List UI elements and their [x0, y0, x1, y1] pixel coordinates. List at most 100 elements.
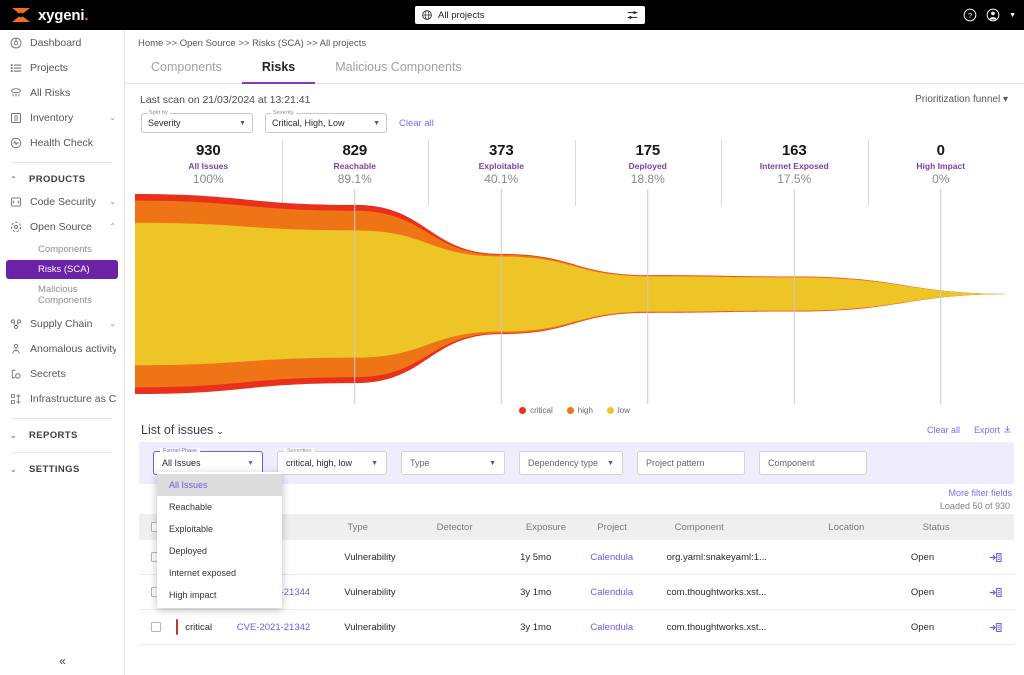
- globe-icon: [422, 10, 432, 20]
- component-input[interactable]: Component: [759, 451, 867, 475]
- sidebar-item-label: Health Check: [30, 137, 116, 149]
- open-detail-icon[interactable]: [989, 552, 1002, 563]
- sidebar-group-label: PRODUCTS: [29, 174, 86, 185]
- dropdown-option[interactable]: Exploitable: [157, 518, 282, 540]
- chevron-down-icon[interactable]: ⌄: [109, 197, 116, 206]
- sidebar-item-open-source[interactable]: Open Source ⌃: [0, 214, 124, 239]
- funnel-stage-reachable[interactable]: 829 Reachable 89.1%: [282, 142, 429, 186]
- account-chevron-down-icon[interactable]: ▼: [1009, 12, 1016, 19]
- sidebar-item-secrets[interactable]: Secrets: [0, 361, 124, 386]
- chevron-down-icon[interactable]: ⌄: [109, 319, 116, 328]
- sidebar-item-supply-chain[interactable]: Supply Chain ⌄: [0, 311, 124, 336]
- dropdown-option[interactable]: Internet exposed: [157, 562, 282, 584]
- funnel-stage-internet-exposed[interactable]: 163 Internet Exposed 17.5%: [721, 142, 868, 186]
- tab-risks[interactable]: Risks: [242, 54, 315, 84]
- row-actions: [989, 552, 1014, 563]
- open-source-icon: [10, 221, 22, 233]
- sidebar-subitem-risks-sca[interactable]: Risks (SCA): [6, 260, 118, 279]
- sidebar-group-label: REPORTS: [29, 430, 78, 441]
- funnel-clear-all-link[interactable]: Clear all: [399, 118, 434, 129]
- sidebar-item-label: All Risks: [30, 87, 116, 99]
- help-circle-icon[interactable]: ?: [963, 8, 977, 22]
- svg-text:?: ?: [968, 11, 972, 20]
- project-pattern-input[interactable]: Project pattern: [637, 451, 745, 475]
- project-pattern-placeholder: Project pattern: [646, 458, 705, 468]
- funnel-phase-legend: Funnel Phase: [160, 448, 200, 454]
- sidebar-item-projects[interactable]: Projects: [0, 55, 124, 80]
- severities-filter[interactable]: Severities critical, high, low ▼: [277, 451, 387, 475]
- chevron-up-icon: ⌃: [10, 175, 20, 184]
- dropdown-option[interactable]: High impact: [157, 584, 282, 606]
- open-detail-icon[interactable]: [989, 587, 1002, 598]
- brand-logo[interactable]: xygeni.: [0, 7, 135, 24]
- anomalous-activity-icon: [10, 343, 22, 355]
- funnel-stage-all-issues[interactable]: 930 All Issues 100%: [135, 142, 282, 186]
- row-component: com.thoughtworks.xst...: [667, 587, 818, 598]
- cve-link[interactable]: CVE-2021-21342: [237, 622, 310, 633]
- legend-swatch: [567, 407, 574, 414]
- table-row[interactable]: critical CVE-2021-21342 Vulnerability 3y…: [139, 610, 1014, 645]
- sidebar-item-inventory[interactable]: Inventory ⌄: [0, 105, 124, 130]
- sidebar-group-reports[interactable]: ⌄ REPORTS: [0, 425, 124, 445]
- funnel-phase-dropdown-menu[interactable]: All IssuesReachableExploitableDeployedIn…: [157, 472, 282, 608]
- chevron-down-icon[interactable]: ⌄: [109, 113, 116, 122]
- sidebar-item-all-risks[interactable]: All Risks: [0, 80, 124, 105]
- project-selector[interactable]: All projects: [415, 6, 645, 24]
- supply-chain-icon: [10, 318, 22, 330]
- inventory-icon: [10, 112, 22, 124]
- funnel-stage-deployed[interactable]: 175 Deployed 18.8%: [575, 142, 722, 186]
- funnel-phase-value: All Issues: [162, 458, 247, 468]
- project-link[interactable]: Calendula: [590, 552, 633, 563]
- project-link[interactable]: Calendula: [590, 622, 633, 633]
- sidebar-subitem-malicious-components[interactable]: Malicious Components: [6, 280, 118, 310]
- chevron-up-icon[interactable]: ⌃: [109, 222, 116, 231]
- dropdown-option[interactable]: Reachable: [157, 496, 282, 518]
- dropdown-option[interactable]: Deployed: [157, 540, 282, 562]
- brand-name: xygeni.: [38, 7, 88, 24]
- dependency-type-filter[interactable]: Dependency type ▼: [519, 451, 623, 475]
- project-link[interactable]: Calendula: [590, 587, 633, 598]
- list-clear-all-link[interactable]: Clear all: [927, 425, 960, 435]
- sliders-icon[interactable]: [627, 10, 638, 20]
- list-of-issues-title[interactable]: List of issues⌄: [141, 423, 224, 437]
- sidebar-subitem-components[interactable]: Components: [6, 240, 118, 259]
- sidebar-group-settings[interactable]: ⌄ SETTINGS: [0, 459, 124, 479]
- row-checkbox[interactable]: [151, 622, 161, 632]
- iac-icon: [10, 393, 22, 405]
- funnel-chart: [135, 189, 1014, 404]
- split-by-select[interactable]: Split by Severity ▼: [141, 113, 253, 133]
- dropdown-option[interactable]: All Issues: [157, 474, 282, 496]
- funnel-stage-exploitable[interactable]: 373 Exploitable 40.1%: [428, 142, 575, 186]
- sidebar-item-infrastructure-as-code[interactable]: Infrastructure as Code: [0, 386, 124, 411]
- account-circle-icon[interactable]: [986, 8, 1000, 22]
- sidebar-item-health-check[interactable]: Health Check: [0, 130, 124, 155]
- row-project: Calendula: [590, 622, 666, 633]
- sidebar-group-products[interactable]: ⌃ PRODUCTS: [0, 169, 124, 189]
- sidebar-item-anomalous-activity[interactable]: Anomalous activity: [0, 336, 124, 361]
- stage-percent: 100%: [135, 172, 282, 186]
- tab-components[interactable]: Components: [131, 54, 242, 84]
- secrets-icon: [10, 368, 22, 380]
- funnel-stats: 930 All Issues 100% 829 Reachable 89.1% …: [135, 142, 1014, 186]
- sidebar-item-code-security[interactable]: Code Security ⌄: [0, 189, 124, 214]
- chevron-down-icon: ▼: [607, 460, 614, 467]
- type-filter[interactable]: Type ▼: [401, 451, 505, 475]
- funnel-view-toggle[interactable]: Prioritization funnel ▾: [915, 94, 1008, 105]
- sidebar-item-dashboard[interactable]: Dashboard: [0, 30, 124, 55]
- column-header-component: Component: [675, 522, 829, 533]
- stage-count: 930: [135, 142, 282, 159]
- sidebar-collapse-button[interactable]: «: [0, 647, 125, 675]
- severity-select[interactable]: Severity Critical, High, Low ▼: [265, 113, 387, 133]
- open-detail-icon[interactable]: [989, 622, 1002, 633]
- stage-name: Exploitable: [428, 161, 575, 171]
- breadcrumb: Home >> Open Source >> Risks (SCA) >> Al…: [125, 30, 1024, 49]
- export-button[interactable]: Export: [974, 425, 1012, 436]
- funnel-stage-high-impact[interactable]: 0 High Impact 0%: [868, 142, 1015, 186]
- stage-name: Reachable: [282, 161, 429, 171]
- sidebar-item-label: Supply Chain: [30, 318, 101, 330]
- dashboard-icon: [10, 37, 22, 49]
- top-bar: xygeni. All projects: [0, 0, 1024, 30]
- stage-percent: 40.1%: [428, 172, 575, 186]
- tab-malicious-components[interactable]: Malicious Components: [315, 54, 481, 84]
- row-status: Open: [911, 552, 989, 563]
